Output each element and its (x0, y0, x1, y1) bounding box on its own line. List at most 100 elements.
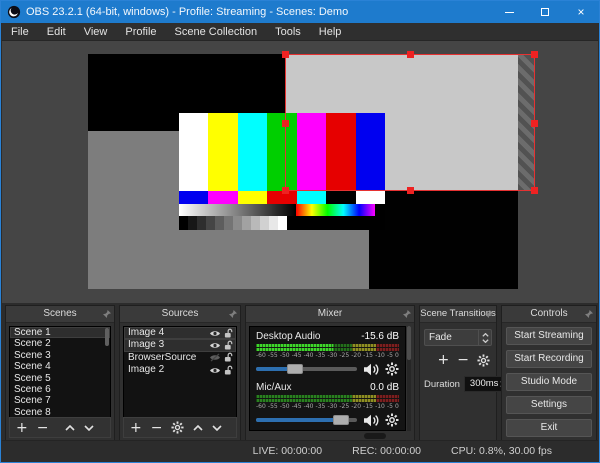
mixer-vertical-scrollbar[interactable] (407, 326, 411, 431)
unlock-icon[interactable] (224, 365, 233, 376)
scene-list-item[interactable]: Scene 7 (10, 395, 110, 406)
source-name: Image 4 (128, 327, 165, 338)
scene-list-item[interactable]: Scene 3 (10, 350, 110, 361)
volume-slider[interactable] (256, 363, 357, 375)
maximize-icon (541, 8, 549, 16)
eye-icon[interactable] (209, 366, 221, 375)
menu-help[interactable]: Help (310, 23, 351, 41)
transition-selected-value: Fade (429, 332, 452, 343)
speaker-icon[interactable] (363, 363, 379, 376)
settings-button[interactable]: Settings (506, 396, 592, 414)
preview-source-black-bottom[interactable] (369, 191, 518, 289)
combo-arrows[interactable] (478, 330, 491, 345)
volume-meter (256, 395, 399, 402)
volume-slider[interactable] (256, 414, 357, 426)
move-scene-up-button[interactable] (65, 424, 76, 431)
source-name: BrowserSource (128, 351, 197, 363)
scene-list-item[interactable]: Scene 1 (10, 327, 110, 339)
scene-list-item[interactable]: Scene 6 (10, 384, 110, 395)
source-list-item[interactable]: Image 4 (124, 327, 236, 340)
start-streaming-button[interactable]: Start Streaming (506, 327, 592, 345)
channel-gear-icon[interactable] (385, 413, 399, 427)
minimize-icon (504, 11, 514, 13)
menu-file[interactable]: File (2, 23, 38, 41)
volume-slider-handle[interactable] (287, 364, 304, 374)
sources-panel-title: Sources (161, 308, 199, 319)
minimize-button[interactable] (491, 1, 527, 23)
selection-handle-top-left[interactable] (282, 51, 289, 58)
speaker-icon[interactable] (363, 414, 379, 427)
remove-source-button[interactable]: − (151, 421, 163, 435)
selection-box[interactable] (282, 51, 538, 194)
selection-handle-bottom-mid[interactable] (407, 187, 414, 194)
pin-icon[interactable] (403, 310, 411, 318)
exit-button[interactable]: Exit (506, 419, 592, 437)
add-transition-button[interactable]: + (438, 353, 450, 367)
transition-select[interactable]: Fade (424, 329, 492, 346)
menu-tools[interactable]: Tools (266, 23, 310, 41)
volume-slider-handle[interactable] (332, 415, 349, 425)
mixer-channel-desktop-audio: Desktop Audio -15.6 dB -60 -55 -50 -45 -40 -3… (256, 331, 399, 376)
scene-list-item[interactable]: Scene 2 (10, 338, 110, 349)
duration-label: Duration (424, 378, 460, 390)
selection-handle-top-mid[interactable] (407, 51, 414, 58)
status-bar: LIVE: 00:00:00 REC: 00:00:00 CPU: 0.8%, … (2, 440, 598, 461)
transition-gear-button[interactable] (477, 353, 490, 367)
close-icon: × (577, 5, 585, 19)
step-bars (179, 216, 385, 230)
remove-transition-button[interactable]: − (457, 353, 469, 367)
mixer-body: Desktop Audio -15.6 dB -60 -55 -50 -45 -40 -3… (249, 326, 406, 431)
eye-off-icon[interactable] (209, 353, 221, 362)
eye-icon[interactable] (209, 329, 221, 338)
rec-time: REC: 00:00:00 (352, 445, 422, 457)
obs-window: OBS 23.2.1 (64-bit, windows) - Profile: … (0, 0, 600, 463)
selection-handle-top-right[interactable] (531, 51, 538, 58)
unlock-icon[interactable] (224, 340, 233, 351)
maximize-button[interactable] (527, 1, 563, 23)
selection-handle-right-mid[interactable] (531, 119, 538, 127)
close-button[interactable]: × (563, 1, 599, 23)
selection-handle-bottom-left[interactable] (282, 187, 289, 194)
add-source-button[interactable]: + (130, 421, 142, 435)
selection-handle-left-mid[interactable] (282, 119, 289, 127)
unlock-icon[interactable] (224, 328, 233, 339)
move-source-up-button[interactable] (193, 424, 204, 431)
preview-canvas[interactable] (2, 41, 598, 303)
scene-list[interactable]: Scene 1 Scene 2 Scene 3 Scene 4 Scene 5 … (9, 326, 111, 418)
menu-profile[interactable]: Profile (116, 23, 165, 41)
source-list-item[interactable]: Image 2 (124, 364, 236, 376)
scene-list-item[interactable]: Scene 5 (10, 373, 110, 384)
source-list-item[interactable]: Image 3 (124, 339, 236, 352)
meter-scale: -60 -55 -50 -45 -40 -35 -30 -25 -20 -15 -10 -5 0 (256, 352, 399, 359)
move-scene-down-button[interactable] (84, 424, 95, 431)
selection-handle-bottom-right[interactable] (531, 187, 538, 194)
source-list[interactable]: Image 4 Image 3 BrowserSource Image 2 (123, 326, 237, 418)
channel-gear-icon[interactable] (385, 362, 399, 376)
source-list-item[interactable]: BrowserSource (124, 352, 236, 364)
start-recording-button[interactable]: Start Recording (506, 350, 592, 368)
pin-icon[interactable] (585, 310, 593, 318)
pin-icon[interactable] (103, 310, 111, 318)
chevron-down-icon (481, 338, 489, 343)
pin-icon[interactable] (229, 310, 237, 318)
studio-mode-button[interactable]: Studio Mode (506, 373, 592, 391)
mixer-channel-mic-aux: Mic/Aux 0.0 dB -60 -55 -50 -45 -40 -35 -30 -25-… (256, 382, 399, 427)
eye-icon[interactable] (209, 341, 221, 350)
sources-panel: Sources Image 4 Image 3 BrowserSource Im… (119, 305, 241, 442)
unlock-icon[interactable] (224, 352, 233, 363)
menu-scene-collection[interactable]: Scene Collection (166, 23, 267, 41)
scene-transitions-panel: Scene Transitions Fade + − Duration 300m… (419, 305, 511, 442)
move-source-down-button[interactable] (212, 424, 223, 431)
add-scene-button[interactable]: + (16, 421, 28, 435)
source-properties-gear-button[interactable] (171, 421, 185, 434)
scenes-panel-title: Scenes (43, 308, 77, 319)
scene-list-item[interactable]: Scene 4 (10, 361, 110, 372)
mixer-panel-title: Mixer (317, 308, 343, 319)
mixer-horizontal-scrollbar[interactable] (364, 433, 386, 439)
pin-icon[interactable] (485, 310, 493, 318)
menu-view[interactable]: View (75, 23, 117, 41)
scene-list-scrollbar[interactable] (105, 328, 109, 346)
remove-scene-button[interactable]: − (37, 421, 49, 435)
menu-edit[interactable]: Edit (38, 23, 75, 41)
channel-volume-db: -15.6 dB (361, 331, 399, 342)
